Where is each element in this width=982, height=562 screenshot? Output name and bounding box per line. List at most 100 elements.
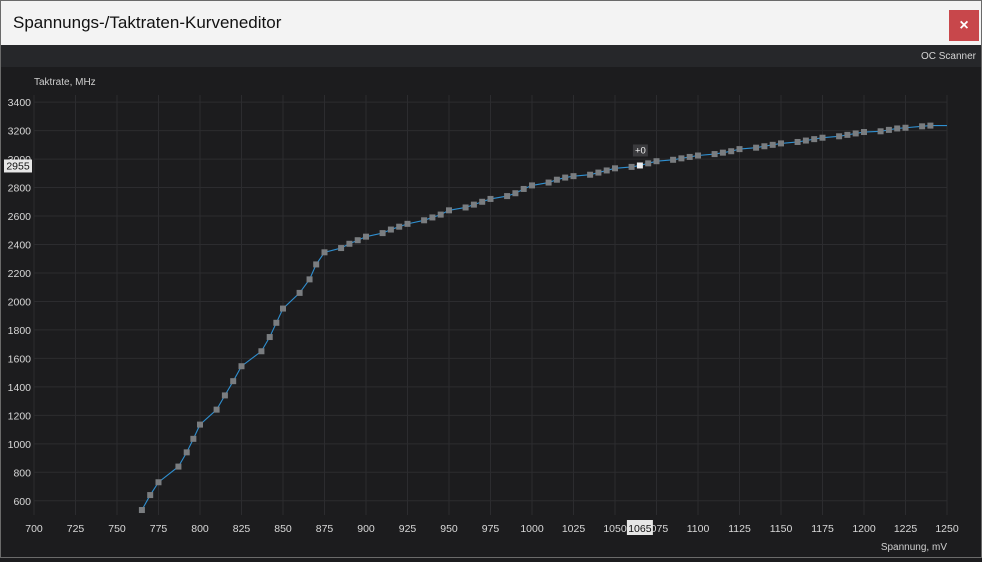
curve-point[interactable] [753, 144, 760, 151]
curve-point[interactable] [794, 138, 801, 145]
curve-point[interactable] [728, 148, 735, 155]
curve-point[interactable] [213, 406, 220, 413]
curve-point[interactable] [545, 179, 552, 186]
curve-point[interactable] [387, 226, 394, 233]
curve-point[interactable] [238, 363, 245, 370]
curve-point[interactable] [379, 230, 386, 237]
curve-point[interactable] [479, 198, 486, 205]
curve-point[interactable] [736, 146, 743, 153]
curve-point[interactable] [296, 289, 303, 296]
curve-point[interactable] [429, 214, 436, 221]
plot-area: 600 800 1000 1200 1400 1600 1800 2000 2200 2400 26… [1, 67, 981, 557]
curve-point[interactable] [175, 463, 182, 470]
curve-point[interactable] [346, 240, 353, 247]
curve-point[interactable] [520, 185, 527, 192]
x-tick-label: 750 [108, 523, 126, 535]
curve-point[interactable] [562, 174, 569, 181]
close-button[interactable]: × [949, 10, 979, 41]
curve-points[interactable] [138, 122, 934, 514]
curve-editor-window: Spannungs-/Taktraten-Kurveneditor × OC S… [0, 0, 982, 558]
curve-point[interactable] [306, 276, 313, 283]
curve-point[interactable] [529, 182, 535, 189]
curve-point[interactable] [902, 124, 909, 131]
x-tick-label: 1175 [811, 523, 834, 535]
curve-point[interactable] [553, 176, 560, 183]
curve-point[interactable] [504, 193, 511, 200]
curve-point[interactable] [612, 165, 618, 172]
curve-point[interactable] [778, 140, 784, 147]
y-tick-label: 2800 [8, 183, 32, 195]
curve-point[interactable] [695, 152, 701, 159]
curve-point[interactable] [587, 171, 594, 178]
curve-point[interactable] [313, 261, 320, 268]
curve-point[interactable] [354, 237, 361, 244]
y-axis-label: Taktrate, MHz [34, 77, 96, 88]
curve-point[interactable] [280, 305, 286, 312]
curve-point[interactable] [404, 220, 411, 227]
curve-point[interactable] [487, 195, 494, 202]
curve-point[interactable] [670, 156, 677, 163]
curve-point[interactable] [819, 134, 826, 141]
curve-point[interactable] [894, 125, 901, 132]
curve-point[interactable] [570, 173, 577, 180]
curve-point[interactable] [321, 249, 328, 256]
curve-point[interactable] [852, 130, 859, 137]
x-tick-label: 1050 [603, 523, 627, 535]
curve-point[interactable] [802, 137, 809, 144]
curve-point[interactable] [446, 207, 452, 214]
curve-point[interactable] [653, 158, 660, 165]
curve-point[interactable] [927, 122, 934, 129]
curve-point[interactable] [512, 190, 519, 197]
curve-point[interactable] [628, 163, 635, 170]
oc-scanner-button[interactable]: OC Scanner [921, 51, 976, 62]
curve-point[interactable] [678, 155, 685, 162]
x-tick-label: 1125 [728, 523, 751, 535]
curve-point[interactable] [811, 136, 818, 143]
curve-point[interactable] [437, 211, 444, 218]
curve-point[interactable] [885, 126, 892, 133]
curve-point[interactable] [686, 153, 693, 160]
curve-point[interactable] [603, 167, 610, 174]
curve-point[interactable] [645, 160, 652, 167]
y-tick-label: 3200 [8, 126, 32, 138]
curve-point[interactable] [363, 233, 369, 240]
curve-point[interactable] [462, 204, 469, 211]
curve-point[interactable] [138, 507, 145, 514]
y-tick-label: 1000 [8, 439, 32, 451]
curve-point[interactable] [421, 217, 428, 224]
curve-point[interactable] [197, 421, 203, 428]
x-tick-label: 1200 [852, 523, 876, 535]
curve-point[interactable] [836, 133, 843, 140]
y-tick-label: 3400 [8, 97, 32, 109]
x-tick-label: 875 [316, 523, 334, 535]
curve-point[interactable] [844, 131, 851, 138]
x-tick-label: 1150 [770, 523, 793, 535]
curve-point[interactable] [273, 319, 280, 326]
x-tick-label: 700 [25, 523, 43, 535]
x-tick-label: 900 [357, 523, 375, 535]
curve-point[interactable] [719, 149, 726, 156]
curve-point[interactable] [266, 334, 273, 341]
curve-point[interactable] [338, 245, 345, 252]
offset-label: +0 [635, 145, 646, 156]
curve-point[interactable] [230, 378, 237, 385]
curve-point[interactable] [861, 129, 867, 136]
curve-point[interactable] [155, 479, 162, 486]
curve-point[interactable] [769, 141, 776, 148]
y-tick-label: 600 [13, 496, 31, 508]
curve-point[interactable] [761, 143, 768, 150]
curve-point[interactable] [258, 348, 265, 355]
curve-point[interactable] [470, 201, 477, 208]
curve-point[interactable] [183, 449, 190, 456]
curve-point[interactable] [877, 128, 884, 135]
curve-point[interactable] [711, 151, 718, 158]
curve-point[interactable] [221, 392, 228, 399]
curve-point[interactable] [190, 435, 197, 442]
curve-point[interactable] [595, 169, 602, 176]
curve-point[interactable] [147, 492, 154, 499]
curve-point[interactable] [396, 223, 403, 230]
selected-curve-point[interactable] [636, 162, 643, 169]
curve-point[interactable] [919, 123, 926, 130]
curve-chart[interactable]: 600 800 1000 1200 1400 1600 1800 2000 2200 2400 26… [1, 67, 981, 557]
x-tick-label: 950 [440, 523, 458, 535]
